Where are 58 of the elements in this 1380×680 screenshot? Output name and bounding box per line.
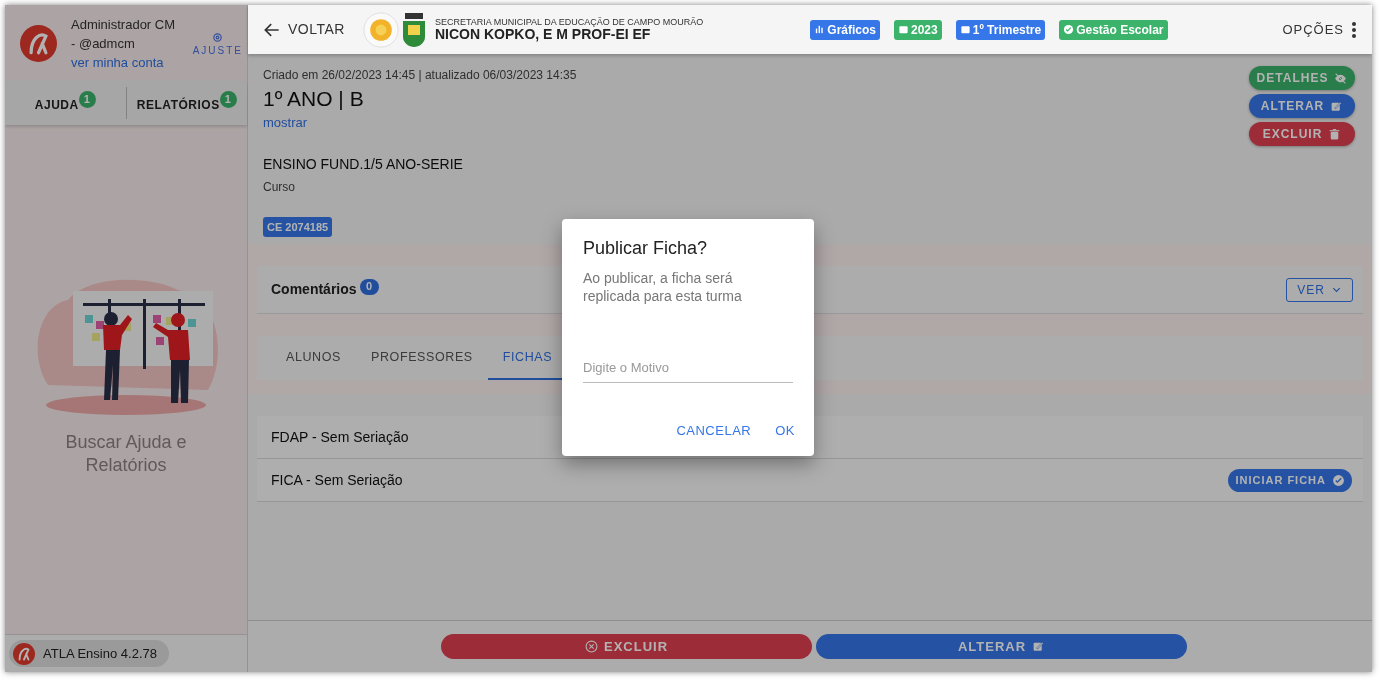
code-badge: CE 2074185 [263,216,333,237]
course-label: Curso [263,178,296,196]
dialog-message: Ao publicar, a ficha será replicada para esta turma [583,269,743,305]
user-name: Administrador CM [71,16,177,34]
dialog-title: Publicar Ficha? [583,237,709,260]
more-vertical-icon [1352,21,1356,38]
options-button[interactable]: OPÇÕES [1282,19,1356,40]
footer-action-button[interactable]: EXCLUIR [441,634,812,659]
close-circle-icon [584,640,598,653]
back-button[interactable]: VOLTAR [262,19,345,40]
record-meta: Criado em 26/02/2023 14:45 | atualizado 06/03/2023 14:35 [263,67,578,84]
settings-button[interactable]: AJUSTE [192,32,243,58]
check-circle-icon [1332,473,1345,487]
show-link[interactable]: mostrar [263,113,1249,133]
school-name: NICON KOPKO, E M PROF-EI EF [434,27,652,41]
status-chip: Gestão Escolar [1059,19,1168,40]
status-chip: 2023 [894,19,942,40]
dialog-button[interactable]: CANCELAR [666,417,762,445]
form-name: FDAP - Sem Seriação [271,427,409,447]
check-circle-icon [1063,24,1075,35]
settings-icon [212,32,224,43]
course-name: ENSINO FUND.1/5 ANO-SERIE [263,154,464,174]
empty-message: Buscar Ajuda e Relatórios [64,431,188,477]
record-title: 1º ANO | B [263,86,365,112]
comments-title: Comentários [271,280,357,299]
user-handle: - @admcm [71,35,136,53]
status-chip: Gráficos [810,19,880,40]
calendar-icon [959,24,971,35]
action-button[interactable]: ALTERAR [1249,94,1355,118]
organization-name: SECRETARIA MUNICIPAL DA EDUCAÇÃO DE CAMPO MOURÃO [434,18,704,27]
action-button[interactable]: EXCLUIR [1249,122,1355,146]
view-button[interactable]: VER [1286,277,1353,302]
sun-emblem-icon [362,11,399,48]
tab[interactable]: PROFESSORES [356,336,488,380]
trash-icon [1328,127,1342,141]
form-name: FICA - Sem Seriação [271,470,403,490]
account-link[interactable]: ver minha conta [71,53,179,72]
start-form-button[interactable]: INICIAR FICHA [1228,468,1352,492]
count-badge: 0 [359,278,379,295]
edit-icon [1032,640,1046,653]
logo-icon [20,25,57,62]
version-chip: ATLA Ensino 4.2.78 [9,640,169,667]
eye-off-icon [1334,71,1348,85]
footer-action-button[interactable]: ALTERAR [816,634,1187,659]
logo-icon [13,642,35,665]
tab[interactable]: ALUNOS [271,336,356,380]
reason-field[interactable]: Digite o Motivo [583,353,793,383]
sidebar-tab[interactable]: AJUDA 1 [5,91,126,114]
action-button[interactable]: DETALHES [1249,66,1355,90]
calendar-icon [898,24,909,35]
dialog-button[interactable]: OK [765,417,805,445]
crest-icon [400,12,427,47]
status-chip: 1º Trimestre [955,19,1046,40]
count-badge: 1 [219,91,237,108]
chart-icon [814,24,826,35]
sidebar-tab[interactable]: RELATÓRIOS 1 [126,91,247,114]
edit-icon [1330,99,1344,113]
count-badge: 1 [78,91,96,108]
